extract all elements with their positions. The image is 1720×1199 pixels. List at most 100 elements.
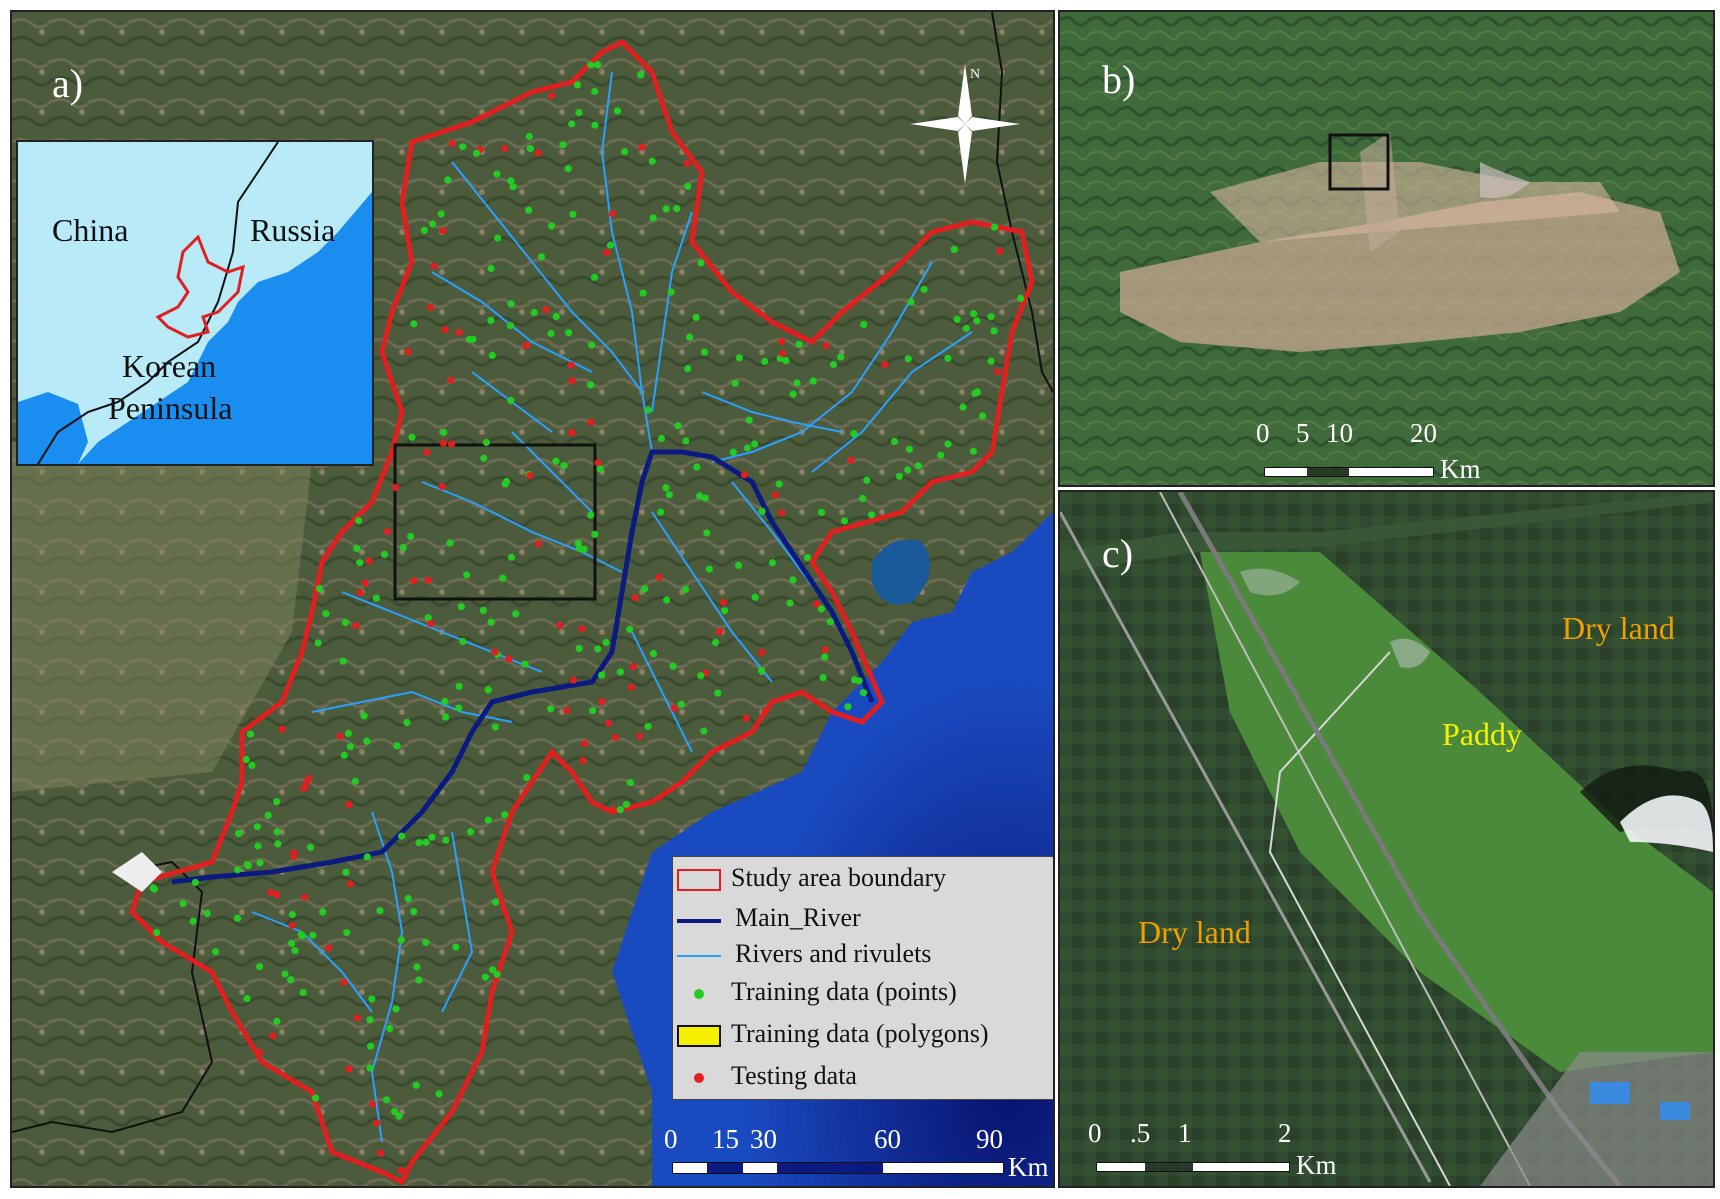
training-point xyxy=(573,81,582,89)
testing-point xyxy=(356,589,364,597)
training-point xyxy=(366,1016,374,1024)
training-point xyxy=(393,742,401,750)
training-point xyxy=(761,357,769,366)
testing-point xyxy=(611,733,619,742)
testing-point xyxy=(441,326,449,334)
training-point xyxy=(420,226,428,234)
training-point xyxy=(487,316,495,324)
legend-testing-point-symbol xyxy=(694,1073,704,1083)
training-point xyxy=(701,494,709,502)
training-point xyxy=(446,539,454,547)
testing-point xyxy=(568,429,576,437)
testing-point xyxy=(501,144,509,153)
training-point xyxy=(344,729,352,738)
testing-point xyxy=(758,648,766,657)
training-point xyxy=(488,351,496,359)
training-point xyxy=(507,396,515,404)
training-point xyxy=(950,245,958,253)
training-point xyxy=(288,910,296,919)
testing-point xyxy=(670,704,678,712)
training-point xyxy=(564,165,572,173)
scale-tick: 0 xyxy=(664,1124,678,1154)
training-point xyxy=(789,576,797,584)
training-point xyxy=(735,354,743,362)
testing-point xyxy=(581,740,589,748)
scale-tick: 0 xyxy=(1088,1118,1102,1148)
testing-point xyxy=(383,527,391,536)
legend-label: Training data (points) xyxy=(731,977,957,1006)
training-point xyxy=(487,264,495,273)
training-point xyxy=(392,1005,400,1013)
training-point xyxy=(616,668,625,676)
training-point xyxy=(525,132,534,141)
testing-point xyxy=(397,1166,405,1174)
land-cover-label: Dry land xyxy=(1562,610,1675,646)
training-point xyxy=(339,657,347,665)
testing-point xyxy=(578,625,586,633)
training-point xyxy=(705,565,713,573)
training-point xyxy=(444,176,452,184)
testing-point xyxy=(556,621,564,629)
training-point xyxy=(750,440,759,448)
training-point xyxy=(507,177,515,185)
panel-c-label: c) xyxy=(1102,531,1134,576)
training-point xyxy=(662,205,670,213)
testing-point xyxy=(822,342,830,350)
training-point xyxy=(367,1042,375,1050)
scale-tick: 60 xyxy=(874,1124,901,1154)
training-point xyxy=(150,885,158,893)
training-point xyxy=(399,544,407,552)
training-point xyxy=(351,777,359,786)
training-point xyxy=(455,704,463,712)
training-point xyxy=(404,894,412,903)
training-point xyxy=(768,559,777,567)
training-point xyxy=(648,157,656,165)
training-point xyxy=(523,773,531,782)
panel-c-canvas xyxy=(1060,492,1713,1186)
training-point xyxy=(644,722,652,730)
north-arrow-icon: N xyxy=(910,64,1020,184)
training-point xyxy=(937,451,945,459)
training-point xyxy=(273,1017,281,1025)
training-point xyxy=(817,508,826,516)
training-point xyxy=(480,454,488,462)
training-point xyxy=(319,908,327,916)
training-point xyxy=(372,594,380,602)
testing-point xyxy=(353,1014,361,1022)
blue-roof-building xyxy=(1660,1102,1690,1120)
training-point xyxy=(507,553,516,561)
training-point xyxy=(990,327,998,335)
training-point xyxy=(322,610,330,618)
training-point xyxy=(552,312,560,320)
training-point xyxy=(422,938,430,947)
training-point xyxy=(674,422,682,430)
testing-point xyxy=(628,683,636,691)
testing-point xyxy=(598,698,606,706)
training-point xyxy=(729,448,737,456)
training-point xyxy=(346,743,354,751)
training-point xyxy=(552,457,560,465)
training-point xyxy=(281,970,289,978)
testing-point xyxy=(996,247,1004,255)
testing-point xyxy=(345,801,353,809)
training-point xyxy=(459,637,467,646)
training-point xyxy=(506,322,515,330)
testing-point xyxy=(300,893,309,901)
panel-a-study-area-map: a) N China Russia Korean Peninsula Study… xyxy=(10,10,1055,1188)
training-point xyxy=(684,364,692,373)
training-point xyxy=(312,1094,320,1102)
testing-point xyxy=(361,579,369,587)
training-point xyxy=(273,798,281,806)
testing-point xyxy=(605,719,613,727)
testing-point xyxy=(608,210,617,218)
training-point xyxy=(920,285,928,293)
training-point xyxy=(953,315,961,323)
legend-label: Main_River xyxy=(735,903,861,932)
training-point xyxy=(380,550,389,559)
training-point xyxy=(356,559,364,567)
training-point xyxy=(905,445,914,453)
testing-point xyxy=(267,888,275,897)
training-point xyxy=(410,908,418,916)
training-point xyxy=(484,816,492,824)
training-point xyxy=(743,444,752,452)
